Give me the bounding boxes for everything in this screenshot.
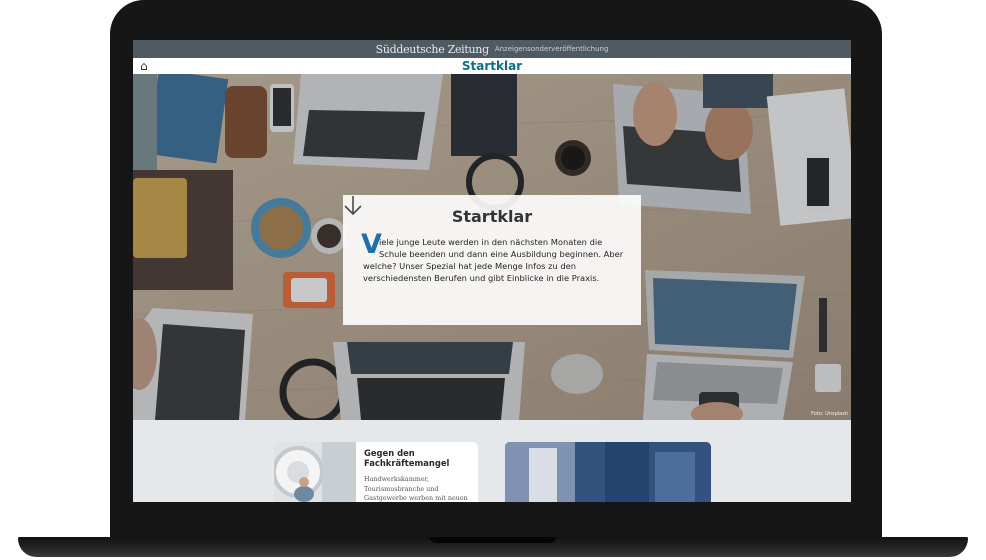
publisher-note: Anzeigensonderveröffentlichung [494,45,609,53]
publisher-brand[interactable]: Süddeutsche Zeitung [376,43,490,56]
intro-line: verschiedensten Berufen und gibt Einblic… [363,273,600,283]
photo-credit: Foto: Unsplash [811,411,848,417]
intro-line: iele junge Leute werden in den nächsten … [379,237,603,247]
laptop-screen: Süddeutsche Zeitung Anzeigensonderveröff… [133,40,851,502]
intro-title: Startklar [451,207,533,226]
intro-card: Startklar V iele junge Leute werden in d… [343,195,641,325]
teaser-title: Gegen den Fachkräftemangel [364,448,450,468]
publisher-bar: Süddeutsche Zeitung Anzeigensonderveröff… [133,40,851,58]
arrow-down-icon[interactable] [343,195,363,217]
teaser-image [274,442,356,502]
hero-section: Startklar V iele junge Leute werden in d… [133,74,851,420]
site-logo[interactable]: Startklar [133,58,851,74]
teaser-card[interactable]: Gegen den Fachkräftemangel Handwerkskamm… [274,442,478,502]
navigation-bar: ⌂ Startklar [133,58,851,75]
teaser-text: Handwerkskammer, Tourismusbranche und Ga… [364,475,468,502]
teaser-card-image[interactable] [505,442,711,502]
intro-line: Schule beenden und dann eine Ausbildung … [379,249,624,259]
teaser-section: Gegen den Fachkräftemangel Handwerkskamm… [133,420,851,502]
laptop-notch [430,537,556,543]
intro-line: welche? Unser Spezial hat jede Menge Inf… [363,261,577,271]
